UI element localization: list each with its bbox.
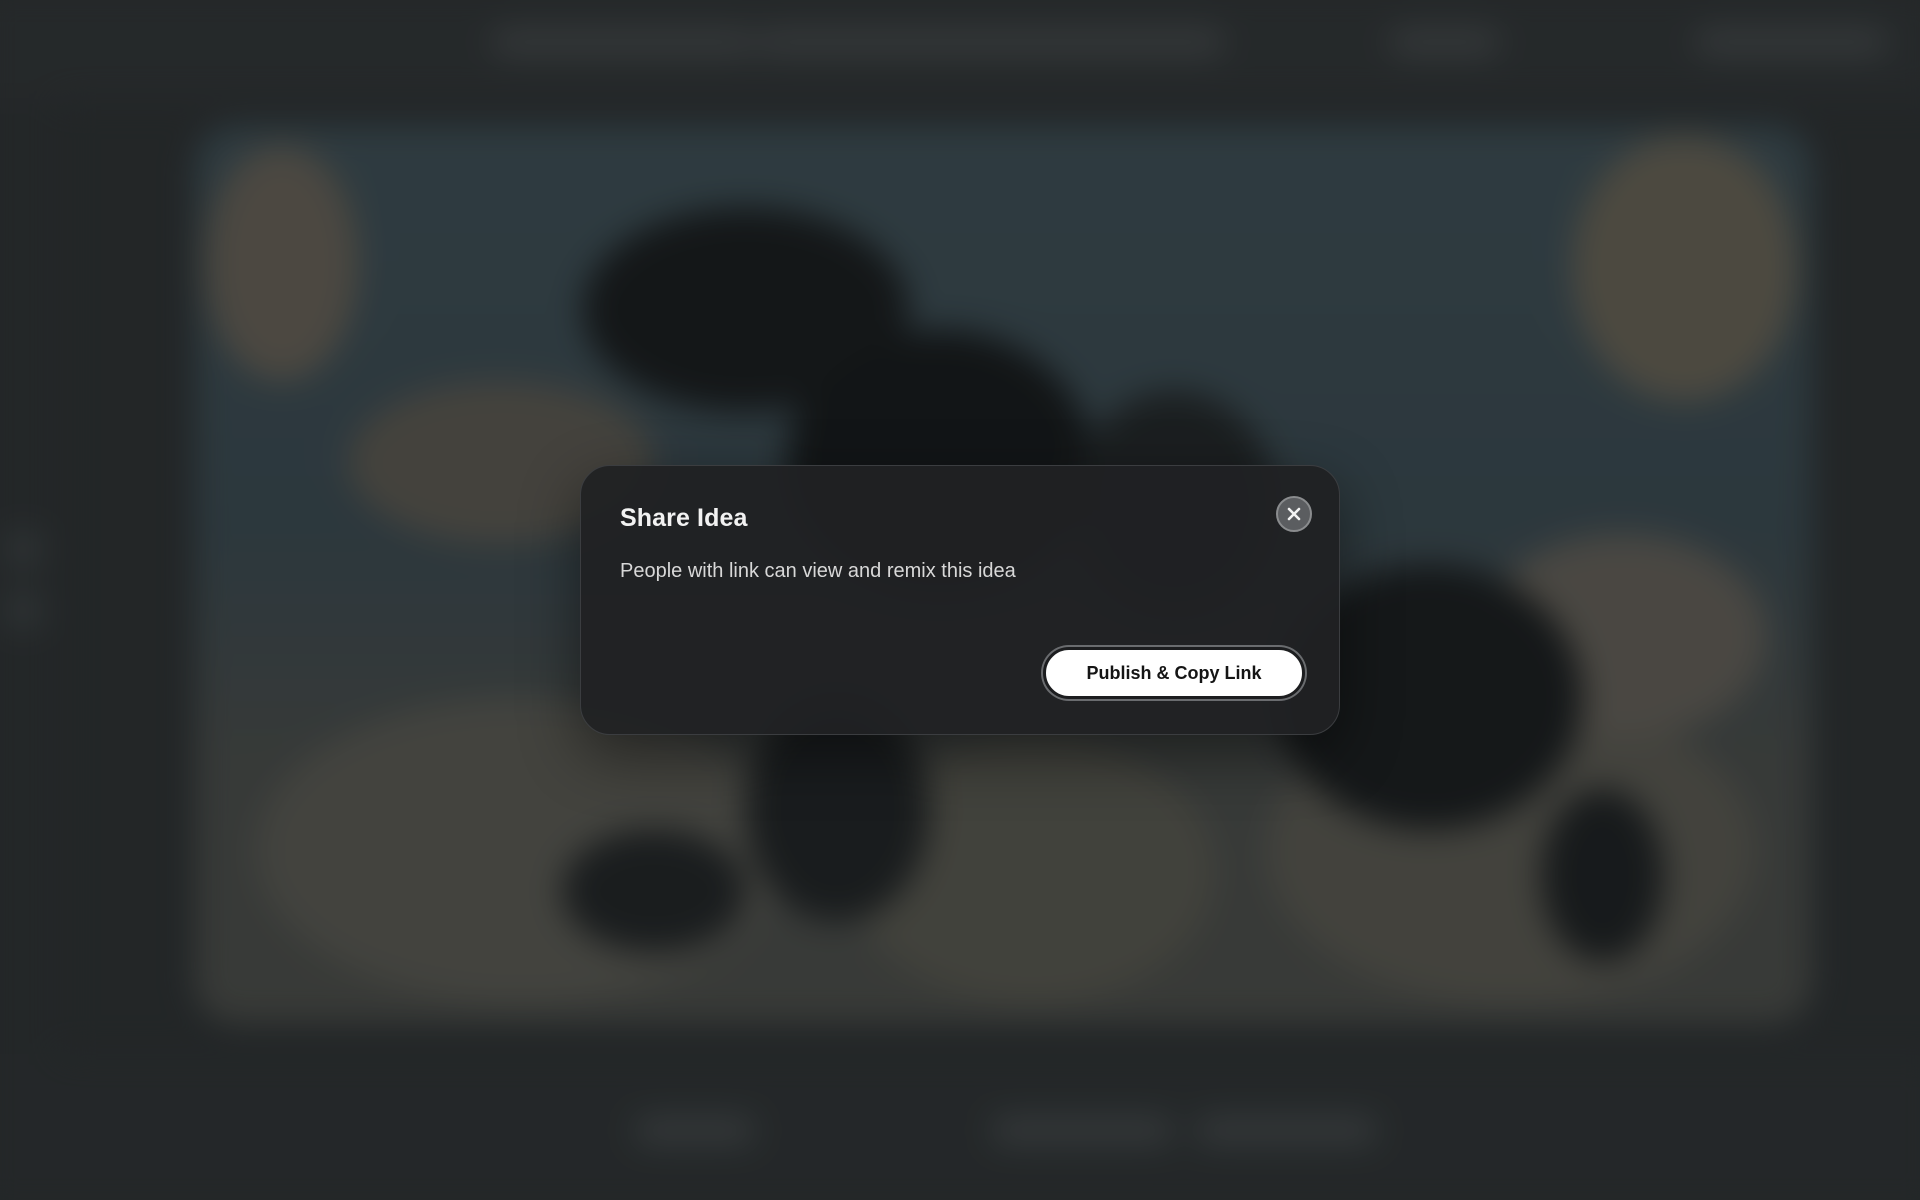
close-button[interactable] bbox=[1276, 496, 1312, 532]
close-icon bbox=[1286, 506, 1302, 522]
screen: Share Idea People with link can view and… bbox=[0, 0, 1920, 1200]
dialog-title: Share Idea bbox=[620, 504, 748, 532]
share-idea-dialog: Share Idea People with link can view and… bbox=[580, 465, 1340, 735]
publish-copy-link-button[interactable]: Publish & Copy Link bbox=[1043, 647, 1305, 699]
dialog-description: People with link can view and remix this… bbox=[620, 560, 1016, 582]
